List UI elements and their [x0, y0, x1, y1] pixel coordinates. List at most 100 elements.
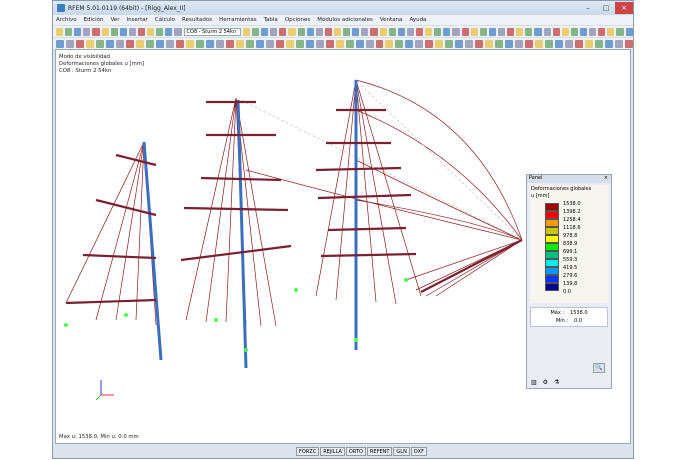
- toolbar-button-icon[interactable]: [125, 39, 134, 48]
- load-case-select[interactable]: CO8 - Sturm 2 54kn: [183, 27, 241, 36]
- toolbar-button-icon[interactable]: [479, 27, 487, 36]
- toolbar-button-icon[interactable]: [605, 39, 614, 48]
- status-toggle-forzc[interactable]: FORZC: [296, 447, 320, 456]
- toolbar-button-icon[interactable]: [443, 27, 451, 36]
- toolbar-button-icon[interactable]: [135, 39, 144, 48]
- menu-item[interactable]: Cálculo: [155, 17, 175, 23]
- toolbar-button-icon[interactable]: [397, 27, 405, 36]
- toolbar-button-icon[interactable]: [279, 27, 287, 36]
- toolbar-button-icon[interactable]: [425, 39, 434, 48]
- toolbar-button-icon[interactable]: [95, 39, 104, 48]
- toolbar-button-icon[interactable]: [195, 39, 204, 48]
- toolbar-button-icon[interactable]: [324, 27, 332, 36]
- toolbar-button-icon[interactable]: [315, 39, 324, 48]
- toolbar-button-icon[interactable]: [235, 39, 244, 48]
- menu-item[interactable]: Edición: [84, 17, 104, 23]
- toolbar-button-icon[interactable]: [75, 39, 84, 48]
- color-scale[interactable]: [545, 203, 559, 291]
- toolbar-button-icon[interactable]: [325, 39, 334, 48]
- toolbar-button-icon[interactable]: [297, 27, 305, 36]
- toolbar-button-icon[interactable]: [56, 27, 64, 36]
- toolbar-button-icon[interactable]: [507, 27, 515, 36]
- toolbar-button-icon[interactable]: [395, 39, 404, 48]
- toolbar-button-icon[interactable]: [561, 27, 569, 36]
- menu-item[interactable]: Ver: [110, 17, 119, 23]
- toolbar-button-icon[interactable]: [174, 27, 182, 36]
- toolbar-button-icon[interactable]: [598, 27, 606, 36]
- toolbar-button-icon[interactable]: [270, 27, 278, 36]
- toolbar-button-icon[interactable]: [515, 39, 524, 48]
- status-toggle-gln[interactable]: GLN: [393, 447, 410, 456]
- minimize-button[interactable]: –: [579, 2, 597, 14]
- toolbar-button-icon[interactable]: [205, 39, 214, 48]
- toolbar-button-icon[interactable]: [225, 39, 234, 48]
- menu-item[interactable]: Archivo: [56, 17, 77, 23]
- maximize-button[interactable]: □: [597, 2, 615, 14]
- toolbar-button-icon[interactable]: [525, 27, 533, 36]
- toolbar-button-icon[interactable]: [119, 27, 127, 36]
- toolbar-button-icon[interactable]: [361, 27, 369, 36]
- toolbar-button-icon[interactable]: [83, 27, 91, 36]
- status-toggle-refent[interactable]: REFENT: [366, 447, 393, 456]
- toolbar-button-icon[interactable]: [534, 27, 542, 36]
- toolbar-button-icon[interactable]: [570, 27, 578, 36]
- toolbar-button-icon[interactable]: [56, 39, 64, 48]
- toolbar-button-icon[interactable]: [495, 39, 504, 48]
- toolbar-button-icon[interactable]: [105, 39, 114, 48]
- toolbar-button-icon[interactable]: [470, 27, 478, 36]
- menu-item[interactable]: Ventana: [380, 17, 403, 23]
- toolbar-button-icon[interactable]: [65, 27, 73, 36]
- toolbar-button-icon[interactable]: [128, 27, 136, 36]
- menu-item[interactable]: Ayuda: [409, 17, 426, 23]
- toolbar-button-icon[interactable]: [110, 27, 118, 36]
- toolbar-button-icon[interactable]: [365, 39, 374, 48]
- toolbar-button-icon[interactable]: [242, 27, 251, 36]
- toolbar-button-icon[interactable]: [355, 39, 364, 48]
- menu-item[interactable]: Resultados: [182, 17, 212, 23]
- color-scale-tab-icon[interactable]: ▥: [531, 379, 537, 386]
- menu-item[interactable]: Insertar: [126, 17, 147, 23]
- toolbar-button-icon[interactable]: [101, 27, 109, 36]
- model-viewport[interactable]: Modo de visibilidad Deformaciones global…: [55, 49, 631, 444]
- toolbar-button-icon[interactable]: [379, 27, 387, 36]
- toolbar-button-icon[interactable]: [406, 27, 414, 36]
- toolbar-button-icon[interactable]: [370, 27, 378, 36]
- toolbar-button-icon[interactable]: [552, 27, 560, 36]
- toolbar-button-icon[interactable]: [335, 39, 344, 48]
- toolbar-button-icon[interactable]: [375, 39, 384, 48]
- toolbar-button-icon[interactable]: [92, 27, 100, 36]
- toolbar-button-icon[interactable]: [535, 39, 544, 48]
- toolbar-button-icon[interactable]: [145, 39, 154, 48]
- toolbar-button-icon[interactable]: [415, 39, 424, 48]
- toolbar-button-icon[interactable]: [385, 39, 394, 48]
- toolbar-button-icon[interactable]: [585, 39, 594, 48]
- toolbar-button-icon[interactable]: [505, 39, 514, 48]
- toolbar-button-icon[interactable]: [565, 39, 574, 48]
- toolbar-button-icon[interactable]: [74, 27, 82, 36]
- toolbar-button-icon[interactable]: [475, 39, 484, 48]
- toolbar-button-icon[interactable]: [137, 27, 146, 36]
- toolbar-button-icon[interactable]: [388, 27, 396, 36]
- toolbar-button-icon[interactable]: [595, 39, 604, 48]
- filter-tab-icon[interactable]: ⚗: [554, 379, 559, 386]
- toolbar-button-icon[interactable]: [579, 27, 588, 36]
- toolbar-button-icon[interactable]: [85, 39, 94, 48]
- toolbar-button-icon[interactable]: [555, 39, 564, 48]
- toolbar-button-icon[interactable]: [516, 27, 524, 36]
- toolbar-button-icon[interactable]: [343, 27, 351, 36]
- toolbar-button-icon[interactable]: [465, 39, 474, 48]
- toolbar-button-icon[interactable]: [543, 27, 551, 36]
- toolbar-button-icon[interactable]: [497, 27, 506, 36]
- toolbar-button-icon[interactable]: [275, 39, 284, 48]
- toolbar-button-icon[interactable]: [165, 39, 174, 48]
- status-toggle-dxf[interactable]: DXF: [410, 447, 427, 456]
- toolbar-button-icon[interactable]: [455, 39, 464, 48]
- status-toggle-rejilla[interactable]: REJILLA: [320, 447, 345, 456]
- toolbar-button-icon[interactable]: [288, 27, 296, 36]
- toolbar-button-icon[interactable]: [165, 27, 173, 36]
- toolbar-button-icon[interactable]: [461, 27, 469, 36]
- toolbar-button-icon[interactable]: [589, 27, 597, 36]
- factors-tab-icon[interactable]: ⚙: [543, 379, 548, 386]
- menu-item[interactable]: Herramientas: [219, 17, 256, 23]
- toolbar-button-icon[interactable]: [295, 39, 304, 48]
